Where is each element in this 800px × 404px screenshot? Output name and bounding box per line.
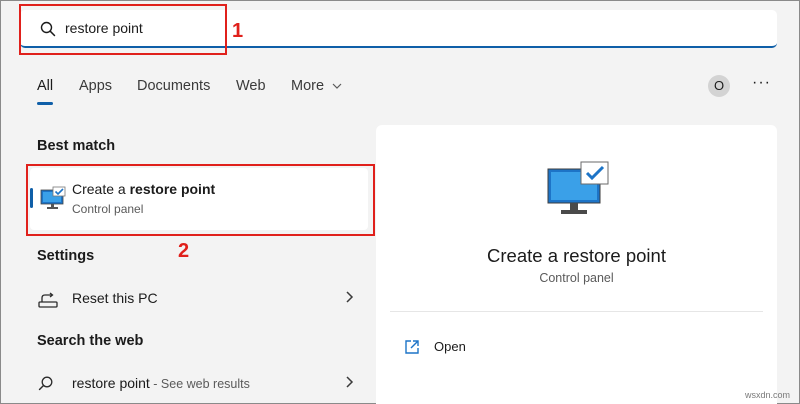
open-action-label: Open [434, 339, 466, 354]
watermark: wsxdn.com [744, 390, 790, 400]
setting-item-label: Reset this PC [72, 290, 158, 306]
tab-all[interactable]: All [37, 78, 53, 94]
annotation-box-1 [19, 4, 227, 55]
open-external-icon [404, 339, 420, 360]
web-result-item[interactable]: restore point - See web results [30, 369, 360, 399]
annotation-label-1: 1 [232, 20, 244, 42]
tab-apps[interactable]: Apps [79, 78, 112, 94]
web-result-query: restore point [72, 375, 150, 391]
settings-heading: Settings [37, 248, 95, 264]
chevron-right-icon [344, 290, 354, 309]
tab-web[interactable]: Web [236, 78, 266, 94]
web-result-label: restore point - See web results [72, 375, 250, 391]
monitor-check-icon [547, 161, 609, 222]
chevron-down-icon [332, 78, 342, 94]
web-result-suffix: - See web results [149, 377, 250, 391]
account-avatar[interactable]: O [708, 75, 730, 97]
chevron-right-icon [344, 375, 354, 394]
more-options-button[interactable]: ··· [752, 74, 771, 92]
search-web-heading: Search the web [37, 333, 144, 349]
open-action-button[interactable]: Open [404, 337, 604, 359]
divider [390, 311, 763, 312]
preview-subtitle: Control panel [539, 271, 614, 285]
annotation-label-2: 2 [178, 240, 190, 262]
preview-panel: Create a restore point Control panel Ope… [376, 125, 777, 404]
preview-title: Create a restore point [487, 245, 666, 266]
annotation-box-2 [26, 164, 375, 236]
tab-more-label: More [291, 78, 325, 94]
best-match-heading: Best match [37, 138, 116, 154]
setting-item-reset-pc[interactable]: Reset this PC [30, 284, 360, 314]
active-tab-indicator [37, 102, 53, 105]
tab-documents[interactable]: Documents [137, 78, 210, 94]
tab-more[interactable]: More [291, 78, 342, 94]
search-icon [38, 375, 54, 396]
reset-pc-icon [38, 290, 58, 313]
